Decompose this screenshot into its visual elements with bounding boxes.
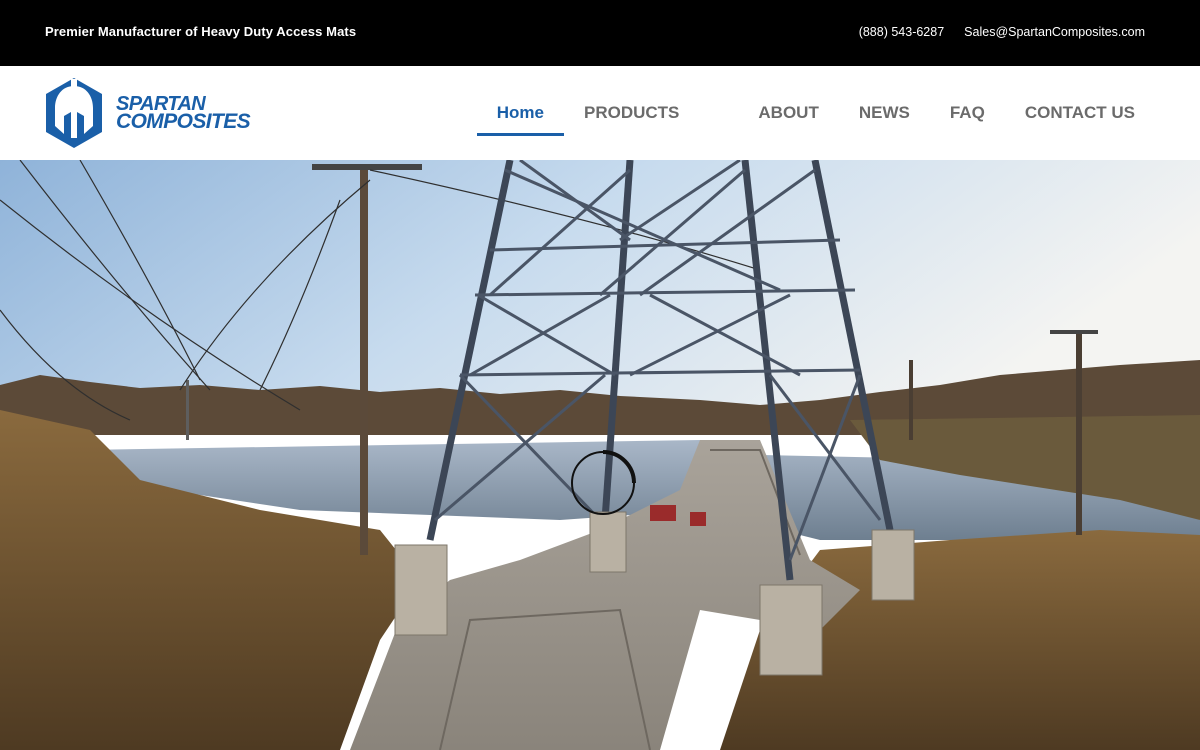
logo-wordmark: SPARTAN COMPOSITES bbox=[116, 94, 251, 133]
contact-info: (888) 543-6287 Sales@SpartanComposites.c… bbox=[859, 25, 1145, 39]
spartan-helmet-icon bbox=[46, 78, 102, 148]
nav-contact-us[interactable]: CONTACT US bbox=[1005, 66, 1155, 160]
main-navigation: SPARTAN COMPOSITES Home PRODUCTS ABOUT N… bbox=[0, 66, 1200, 160]
nav-menu: Home PRODUCTS ABOUT NEWS FAQ CONTACT US bbox=[476, 66, 1155, 160]
phone-link[interactable]: (888) 543-6287 bbox=[859, 25, 944, 39]
hero-photo-transmission-tower bbox=[0, 160, 1200, 750]
nav-about[interactable]: ABOUT bbox=[738, 66, 838, 160]
top-bar: Premier Manufacturer of Heavy Duty Acces… bbox=[0, 0, 1200, 66]
tagline: Premier Manufacturer of Heavy Duty Acces… bbox=[45, 24, 357, 39]
nav-home[interactable]: Home bbox=[476, 66, 565, 160]
email-link[interactable]: Sales@SpartanComposites.com bbox=[964, 25, 1145, 39]
logo-line-2: COMPOSITES bbox=[116, 110, 251, 133]
nav-products[interactable]: PRODUCTS bbox=[564, 66, 738, 160]
site-logo[interactable]: SPARTAN COMPOSITES bbox=[44, 76, 251, 150]
nav-faq[interactable]: FAQ bbox=[930, 66, 1005, 160]
nav-news[interactable]: NEWS bbox=[839, 66, 930, 160]
hero-image bbox=[0, 160, 1200, 750]
